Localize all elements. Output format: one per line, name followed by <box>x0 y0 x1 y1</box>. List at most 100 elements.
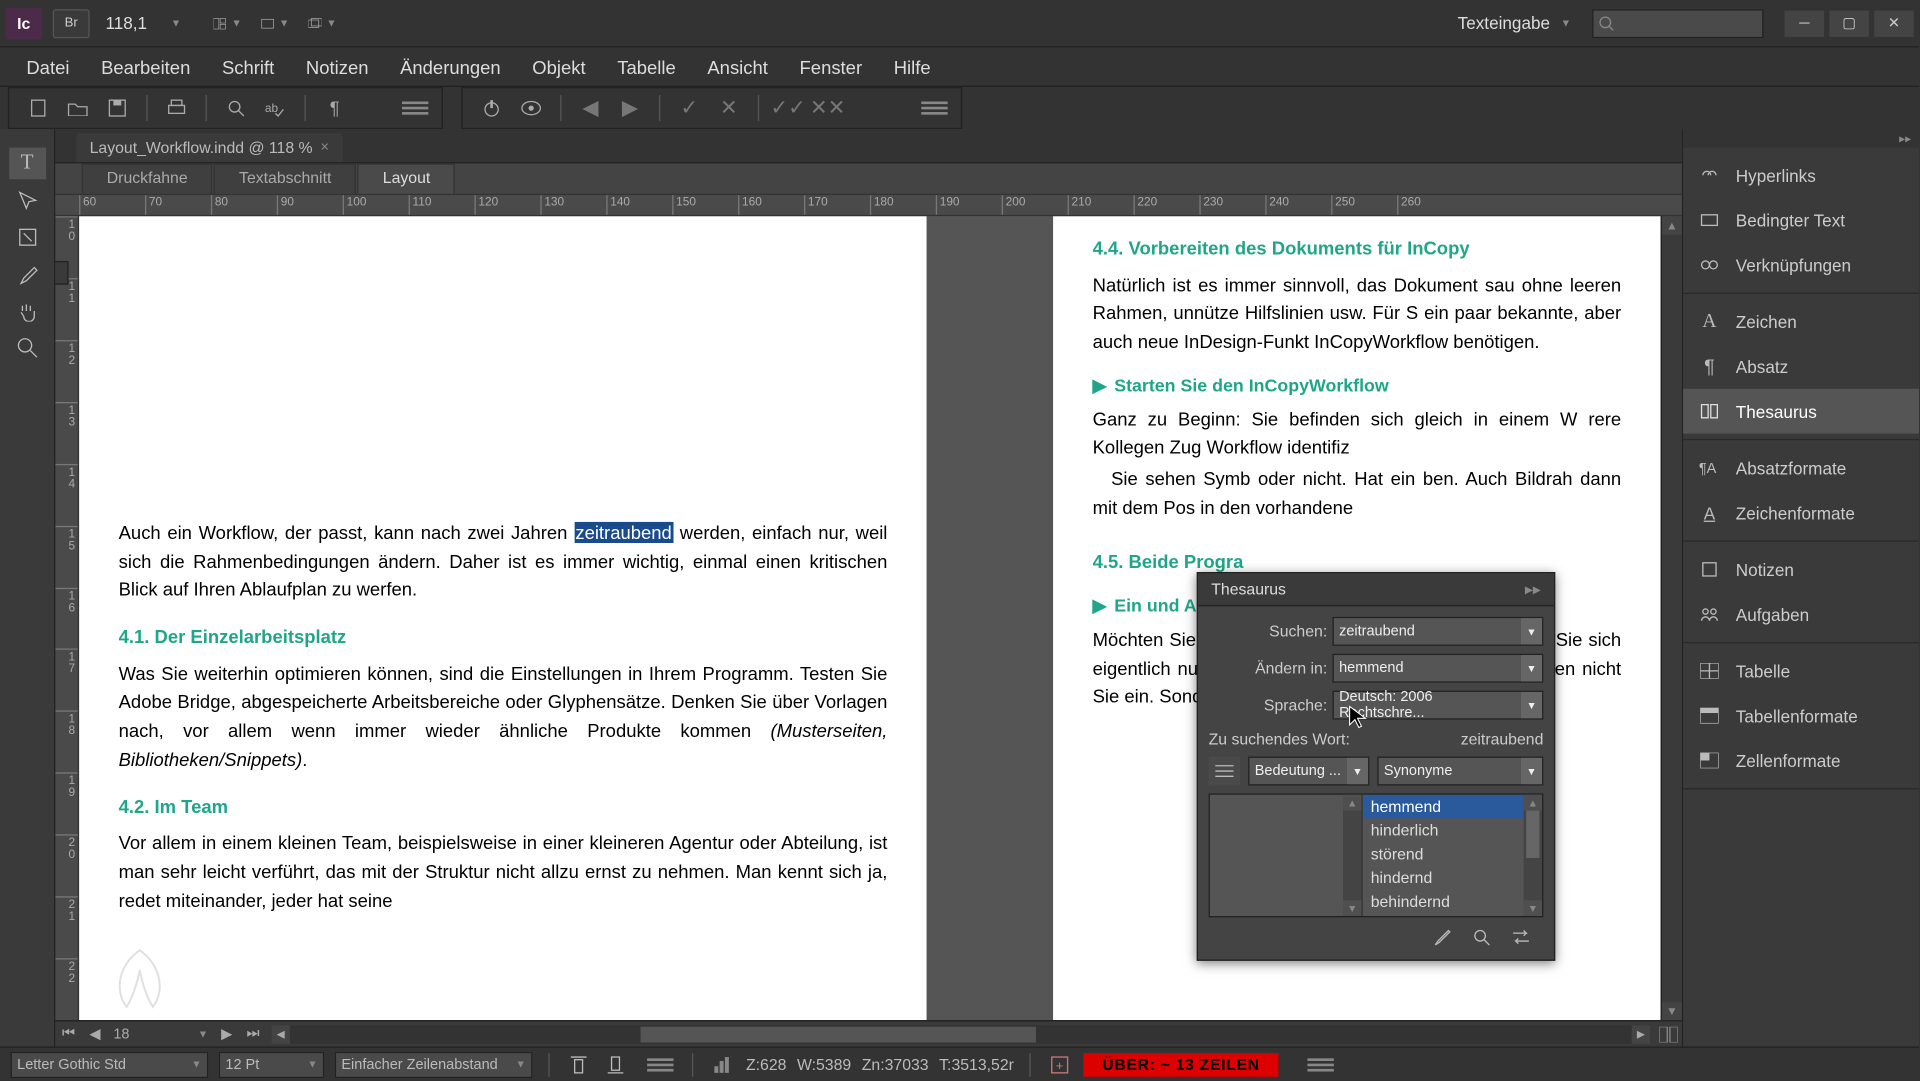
workspace-switcher[interactable]: Texteingabe ▼ <box>1458 13 1571 33</box>
chevron-down-icon[interactable]: ▼ <box>1521 655 1542 681</box>
chevron-down-icon[interactable]: ▼ <box>1521 618 1542 644</box>
find-icon[interactable] <box>217 92 254 124</box>
show-hidden-chars-icon[interactable]: ¶ <box>316 92 353 124</box>
panel-character-styles[interactable]: AZeichenformate <box>1683 490 1919 535</box>
eyedropper-tool-icon[interactable] <box>9 258 46 290</box>
horizontal-ruler[interactable]: 6070809010011012013014015016017018019020… <box>55 195 1681 216</box>
synonym-item[interactable]: hemmend <box>1363 795 1542 819</box>
view-options-icon[interactable]: ▼ <box>308 10 337 36</box>
chevron-down-icon[interactable]: ▼ <box>1521 692 1542 718</box>
new-icon[interactable] <box>20 92 57 124</box>
print-icon[interactable] <box>158 92 195 124</box>
meaning-dropdown[interactable]: Bedeutung ... ▼ <box>1248 757 1369 786</box>
relation-dropdown[interactable]: Synonyme ▼ <box>1377 757 1543 786</box>
toolbar-menu-icon[interactable] <box>399 95 431 121</box>
collapse-panel-icon[interactable]: ▸▸ <box>1525 580 1541 598</box>
leading-dropdown[interactable]: Einfacher Zeilenabstand▼ <box>335 1051 533 1077</box>
panel-conditional-text[interactable]: Bedingter Text <box>1683 198 1919 243</box>
panel-cross-refs[interactable]: Verknüpfungen <box>1683 243 1919 288</box>
first-page-icon[interactable]: ⏮ <box>55 1022 81 1046</box>
zoom-dropdown[interactable]: 118,1 ▼ <box>105 13 181 33</box>
next-page-icon[interactable]: ▶ <box>214 1022 240 1046</box>
scrollbar-thumb[interactable] <box>641 1026 1036 1042</box>
help-search-input[interactable] <box>1592 9 1763 38</box>
type-tool-icon[interactable]: T <box>9 148 46 180</box>
panel-hyperlinks[interactable]: Hyperlinks <box>1683 153 1919 198</box>
panel-cell-styles[interactable]: Zellenformate <box>1683 738 1919 783</box>
split-view-icon[interactable] <box>1655 1022 1681 1046</box>
search-input[interactable]: zeitraubend ▼ <box>1332 617 1543 646</box>
menu-table[interactable]: Tabelle <box>601 51 691 83</box>
prev-change-icon[interactable]: ◀ <box>572 92 609 124</box>
change-icon[interactable] <box>1509 925 1533 949</box>
expand-tools-icon[interactable] <box>55 261 68 285</box>
power-icon[interactable] <box>473 92 510 124</box>
page-number-input[interactable]: 18▼ <box>108 1026 213 1042</box>
menu-object[interactable]: Objekt <box>516 51 601 83</box>
screen-mode-icon[interactable]: ▼ <box>260 10 289 36</box>
font-dropdown[interactable]: Letter Gothic Std▼ <box>11 1051 209 1077</box>
hand-tool-icon[interactable] <box>9 295 46 327</box>
stats-icon[interactable] <box>709 1052 735 1076</box>
menu-changes[interactable]: Änderungen <box>384 51 516 83</box>
toolbar-menu-icon[interactable] <box>1305 1051 1337 1077</box>
vertical-ruler[interactable]: 10111213141516171819202122 <box>55 216 79 1020</box>
toolbar-menu-icon[interactable] <box>645 1051 677 1077</box>
align-top-icon[interactable] <box>565 1052 591 1076</box>
accept-all-icon[interactable]: ✓✓ <box>770 92 807 124</box>
synonyms-list[interactable]: hemmendhinderlichstörendhinderndbehinder… <box>1363 795 1542 916</box>
position-tool-icon[interactable] <box>9 221 46 253</box>
panel-notes[interactable]: Notizen <box>1683 547 1919 592</box>
font-size-dropdown[interactable]: 12 Pt▼ <box>219 1051 324 1077</box>
menu-view[interactable]: Ansicht <box>692 51 784 83</box>
definitions-icon[interactable] <box>1209 757 1241 786</box>
synonym-item[interactable]: hinderlich <box>1363 818 1542 842</box>
document-tab[interactable]: Layout_Workflow.indd @ 118 % × <box>76 133 342 162</box>
scroll-down-icon[interactable]: ▼ <box>1524 900 1542 916</box>
close-tab-icon[interactable]: × <box>321 140 329 156</box>
change-to-input[interactable]: hemmend ▼ <box>1332 654 1543 683</box>
close-button[interactable]: ✕ <box>1874 10 1914 36</box>
meanings-list[interactable]: ▲ ▼ <box>1210 795 1363 916</box>
collapse-dock-icon[interactable]: ▸▸ <box>1683 129 1919 147</box>
panel-table[interactable]: Tabelle <box>1683 648 1919 693</box>
scroll-right-icon[interactable]: ▶ <box>1632 1025 1650 1043</box>
chevron-down-icon[interactable]: ▼ <box>1521 758 1542 784</box>
next-change-icon[interactable]: ▶ <box>612 92 649 124</box>
note-tool-icon[interactable] <box>9 185 46 217</box>
scroll-down-icon[interactable]: ▼ <box>1662 1002 1682 1020</box>
panel-table-styles[interactable]: Tabellenformate <box>1683 693 1919 738</box>
minimize-button[interactable]: ─ <box>1785 10 1825 36</box>
scroll-up-icon[interactable]: ▲ <box>1662 216 1682 234</box>
scroll-up-icon[interactable]: ▲ <box>1524 795 1542 811</box>
synonym-item[interactable]: hindernd <box>1363 866 1542 890</box>
horizontal-scrollbar[interactable]: ◀ ▶ <box>272 1025 1651 1043</box>
save-icon[interactable] <box>99 92 136 124</box>
panel-thesaurus[interactable]: Thesaurus <box>1683 389 1919 434</box>
open-icon[interactable] <box>59 92 96 124</box>
scroll-up-icon[interactable]: ▲ <box>1343 795 1361 811</box>
chevron-down-icon[interactable]: ▼ <box>1347 758 1368 784</box>
load-word-icon[interactable] <box>1430 925 1454 949</box>
menu-type[interactable]: Schrift <box>206 51 290 83</box>
menu-file[interactable]: Datei <box>11 51 86 83</box>
scrollbar-thumb[interactable] <box>1526 811 1539 858</box>
maximize-button[interactable]: ▢ <box>1829 10 1869 36</box>
zoom-tool-icon[interactable] <box>9 332 46 364</box>
menu-window[interactable]: Fenster <box>784 51 878 83</box>
arrange-documents-icon[interactable]: ▼ <box>213 10 242 36</box>
accept-change-icon[interactable]: ✓ <box>671 92 708 124</box>
lookup-icon[interactable] <box>1470 925 1494 949</box>
overset-icon[interactable]: + <box>1047 1052 1073 1076</box>
scroll-down-icon[interactable]: ▼ <box>1343 900 1361 916</box>
last-page-icon[interactable]: ⏭ <box>240 1022 266 1046</box>
vertical-scrollbar[interactable]: ▲ ▼ <box>1661 216 1682 1020</box>
language-dropdown[interactable]: Deutsch: 2006 Rechtschre... ▼ <box>1332 691 1543 720</box>
panel-paragraph-styles[interactable]: ¶AAbsatzformate <box>1683 445 1919 490</box>
reject-change-icon[interactable]: ✕ <box>710 92 747 124</box>
prev-page-icon[interactable]: ◀ <box>82 1022 108 1046</box>
panel-character[interactable]: AZeichen <box>1683 299 1919 344</box>
bridge-icon[interactable]: Br <box>53 9 90 38</box>
document-canvas[interactable]: Auch ein Workflow, der passt, kann nach … <box>79 216 1661 1020</box>
view-tab-layout[interactable]: Layout <box>358 163 456 193</box>
